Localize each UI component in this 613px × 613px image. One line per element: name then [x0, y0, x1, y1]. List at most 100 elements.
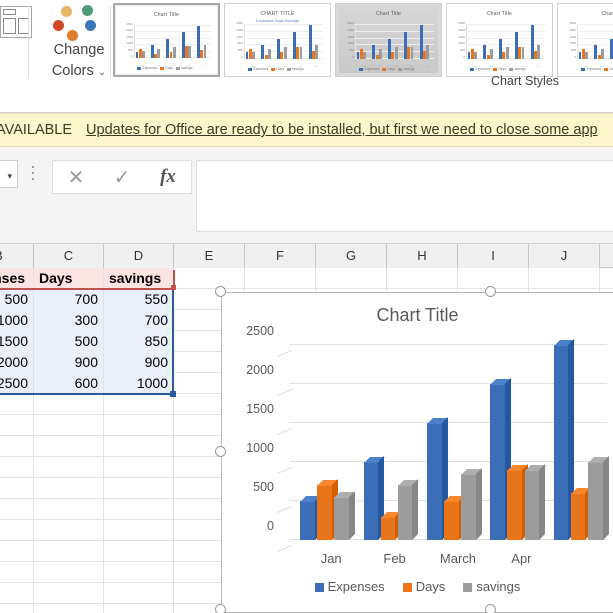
grid-cell[interactable]: [104, 436, 174, 457]
grid-cell[interactable]: [34, 604, 104, 613]
column-header-b[interactable]: B: [0, 244, 34, 268]
grid-cell[interactable]: [34, 394, 104, 415]
grid-cell[interactable]: 550: [104, 289, 174, 310]
chart-title[interactable]: Chart Title: [222, 305, 613, 326]
grid-cell[interactable]: [529, 268, 600, 289]
grid-cell[interactable]: [104, 583, 174, 604]
column-header-g[interactable]: G: [316, 244, 387, 268]
chart-resize-handle-top-left[interactable]: [215, 286, 226, 297]
chart-style-2[interactable]: CHART TITLE Expenses Days Savings 0 500 1000…: [224, 3, 331, 77]
grid-cell[interactable]: [0, 436, 34, 457]
change-colors-group[interactable]: Change Colors ⌄: [38, 2, 116, 102]
chart-resize-handle-bottom-left[interactable]: [215, 604, 226, 613]
update-message-link[interactable]: Updates for Office are ready to be insta…: [86, 122, 598, 138]
grid-cell[interactable]: [0, 415, 34, 436]
formula-bar-grip[interactable]: [32, 166, 37, 183]
chart-bar-expenses[interactable]: [553, 339, 575, 540]
grid-cell[interactable]: [0, 478, 34, 499]
grid-cell[interactable]: [104, 520, 174, 541]
grid-cell[interactable]: 2500: [0, 373, 34, 394]
legend-item-expenses[interactable]: Expenses: [314, 579, 385, 594]
chart-resize-handle-top-center[interactable]: [485, 286, 496, 297]
formula-input[interactable]: [196, 160, 613, 232]
insert-function-button[interactable]: fx: [151, 162, 185, 192]
chart-bar-days[interactable]: [507, 463, 529, 540]
column-header-j[interactable]: J: [529, 244, 600, 268]
grid-cell[interactable]: 850: [104, 331, 174, 352]
grid-cell[interactable]: [34, 457, 104, 478]
grid-cell[interactable]: [34, 583, 104, 604]
chart-object[interactable]: Chart Title 0 500 1000 1500 2000 2500 Jan Feb Ma…: [221, 292, 613, 613]
chart-bar-days[interactable]: [380, 510, 402, 540]
selection-fill-handle[interactable]: [170, 391, 176, 397]
grid-cell[interactable]: [104, 562, 174, 583]
chart-resize-handle-bottom-center[interactable]: [485, 604, 496, 613]
grid-cell[interactable]: 300: [34, 310, 104, 331]
grid-cell[interactable]: [34, 415, 104, 436]
grid-cell[interactable]: [104, 394, 174, 415]
chevron-down-icon[interactable]: ▾: [7, 171, 12, 182]
grid-cell[interactable]: 900: [34, 352, 104, 373]
chart-bar-expenses[interactable]: [426, 417, 448, 540]
chart-resize-handle-middle-left[interactable]: [215, 446, 226, 457]
chart-style-5[interactable]: Chart T 05001000150020002500—————Expenses…: [557, 3, 613, 77]
chart-legend[interactable]: Expenses Days savings: [222, 579, 613, 594]
name-box[interactable]: ▾: [0, 160, 18, 188]
grid-cell[interactable]: 700: [104, 310, 174, 331]
chart-style-4[interactable]: Chart Title 0 500 1000 1500 2000 2500— — — — — Expe…: [446, 3, 553, 77]
chart-bar-savings[interactable]: [587, 456, 609, 540]
grid-cell[interactable]: [34, 478, 104, 499]
grid-cell[interactable]: [174, 268, 245, 289]
legend-item-savings[interactable]: savings: [463, 579, 520, 594]
grid-cell[interactable]: 600: [34, 373, 104, 394]
grid-cell[interactable]: [0, 394, 34, 415]
grid-cell[interactable]: [316, 268, 387, 289]
grid-cell[interactable]: [387, 268, 458, 289]
grid-cell[interactable]: [245, 268, 316, 289]
grid-cell[interactable]: [458, 268, 529, 289]
grid-cell[interactable]: Days: [34, 268, 104, 289]
grid-cell[interactable]: [34, 541, 104, 562]
grid-cell[interactable]: [0, 541, 34, 562]
grid-cell[interactable]: [0, 583, 34, 604]
grid-cell[interactable]: [34, 436, 104, 457]
chart-bar-savings[interactable]: [397, 479, 419, 540]
chart-bar-expenses[interactable]: [490, 378, 511, 540]
grid-cell[interactable]: 500: [0, 289, 34, 310]
legend-item-days[interactable]: Days: [402, 579, 445, 594]
grid-cell[interactable]: xpenses: [0, 268, 34, 289]
update-notification-bar[interactable]: AVAILABLE Updates for Office are ready t…: [0, 113, 613, 147]
grid-cell[interactable]: [104, 541, 174, 562]
grid-cell[interactable]: 700: [34, 289, 104, 310]
chart-bar-days[interactable]: [570, 487, 592, 540]
chart-bar-expenses[interactable]: [363, 456, 385, 540]
chart-bar-savings[interactable]: [334, 491, 355, 540]
column-header-f[interactable]: F: [245, 244, 316, 268]
chart-style-1[interactable]: Chart Title 0 500 1000 1500 2000 2500— — — — — Expe…: [113, 3, 220, 77]
grid-cell[interactable]: [0, 499, 34, 520]
grid-cell[interactable]: [0, 604, 34, 613]
grid-cell[interactable]: 1500: [0, 331, 34, 352]
grid-cell[interactable]: 2000: [0, 352, 34, 373]
grid-cell[interactable]: [104, 457, 174, 478]
chart-bar-savings[interactable]: [524, 463, 546, 540]
column-header-i[interactable]: I: [458, 244, 529, 268]
grid-cell[interactable]: 900: [104, 352, 174, 373]
chart-bar-expenses[interactable]: [300, 495, 321, 540]
grid-cell[interactable]: [104, 499, 174, 520]
table-row[interactable]: xpensesDayssavings: [0, 268, 613, 289]
chart-bar-savings[interactable]: [461, 467, 482, 540]
grid-cell[interactable]: [34, 499, 104, 520]
chart-bar-days[interactable]: [444, 495, 465, 540]
grid-cell[interactable]: 1000: [104, 373, 174, 394]
grid-cell[interactable]: savings: [104, 268, 174, 289]
chart-bar-days[interactable]: [317, 479, 338, 540]
grid-cell[interactable]: [0, 562, 34, 583]
grid-cell[interactable]: [104, 478, 174, 499]
chevron-down-icon[interactable]: ⌄: [98, 67, 106, 78]
column-header-d[interactable]: D: [104, 244, 174, 268]
grid-cell[interactable]: [34, 520, 104, 541]
grid-cell[interactable]: [0, 520, 34, 541]
grid-cell[interactable]: [0, 457, 34, 478]
confirm-entry-button[interactable]: ✓: [105, 162, 139, 192]
